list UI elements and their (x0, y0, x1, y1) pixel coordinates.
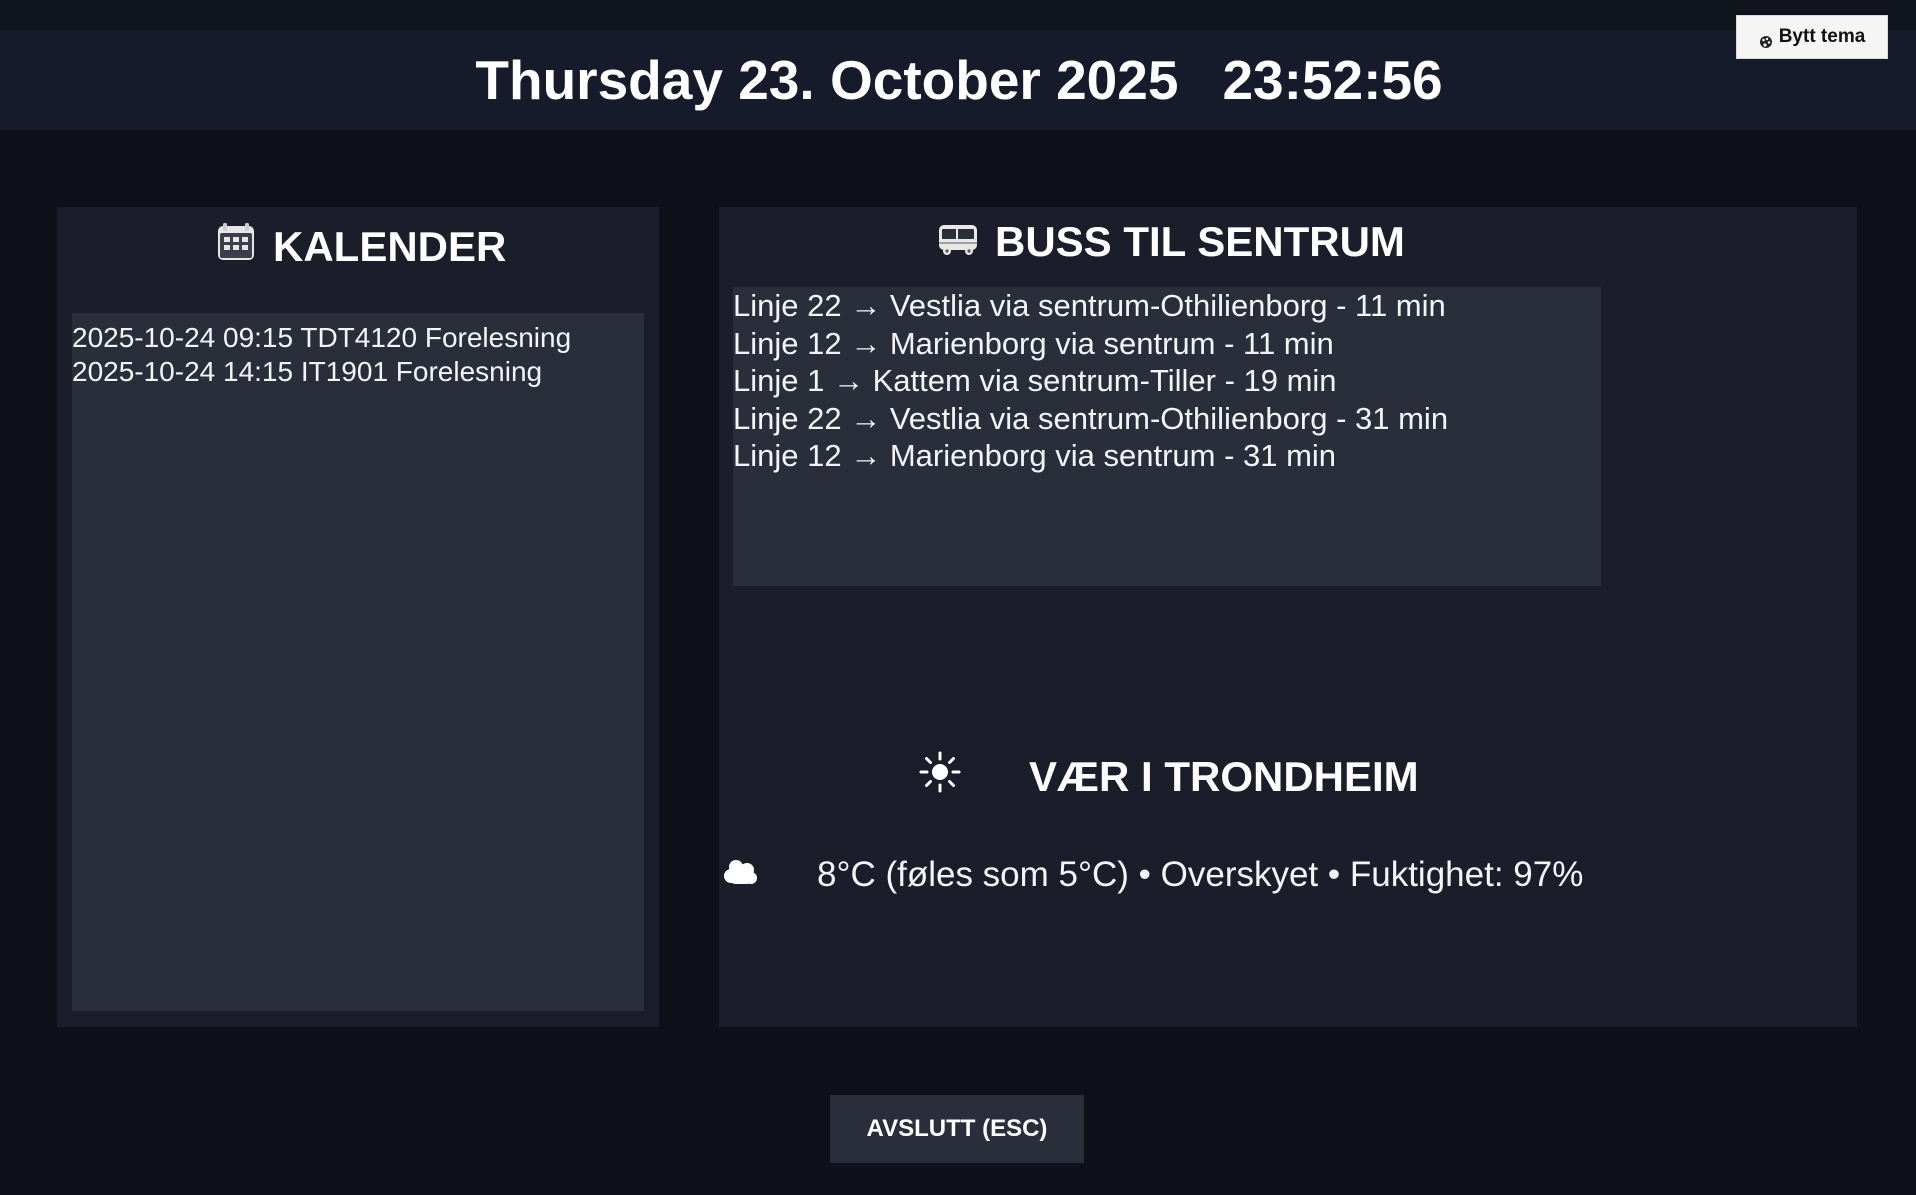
bus-departure: Linje 22 → Vestlia via sentrum-Othilienb… (733, 400, 1449, 436)
current-date: Thursday 23. October 2025 (475, 49, 1179, 111)
bus-heading: BUSS TIL SENTRUM (937, 212, 1405, 272)
weather-title: VÆR I TRONDHEIM (1029, 753, 1419, 800)
dashboard: Thursday 23. October 2025 23:52:56 Bytt t… (0, 0, 1916, 1195)
bus-departure: Linje 1 → Kattem via sentrum-Tiller - 19… (733, 363, 1337, 398)
bus-departure: Linje 12 → Marienborg via sentrum - 11 m… (733, 325, 1334, 361)
date-time-display: Thursday 23. October 2025 23:52:56 (475, 48, 1442, 112)
calendar-heading: KALENDER (217, 217, 506, 277)
calendar-event-list[interactable]: 2025-10-24 09:15 TDT4120 Forelesning 202… (72, 313, 644, 1011)
calendar-title: KALENDER (273, 223, 507, 270)
theme-button-label: Bytt tema (1778, 26, 1866, 47)
calendar-event: 2025-10-24 14:15 IT1901 Forelesning (72, 356, 543, 387)
bus-title: BUSS TIL SENTRUM (995, 218, 1405, 265)
theme-toggle-button[interactable]: Bytt tema (1736, 15, 1888, 59)
bus-weather-panel: BUSS TIL SENTRUM Linje 22 → Vestlia via … (719, 207, 1857, 1027)
bus-icon (937, 218, 995, 266)
cloud-icon (723, 855, 817, 895)
weather-summary: 8°C (føles som 5°C) • Overskyet • Fuktig… (817, 855, 1584, 894)
palette-icon (1759, 33, 1773, 48)
weather-summary-row: 8°C (føles som 5°C) • Overskyet • Fuktig… (723, 847, 1583, 903)
calendar-icon (217, 223, 273, 271)
top-strip (0, 0, 1916, 30)
bus-departure: Linje 22 → Vestlia via sentrum-Othilienb… (733, 288, 1446, 323)
calendar-event: 2025-10-24 09:15 TDT4120 Forelesning (72, 322, 572, 353)
header-bar: Thursday 23. October 2025 23:52:56 (0, 30, 1916, 130)
sun-icon (919, 751, 1029, 803)
bus-departure-list[interactable]: Linje 22 → Vestlia via sentrum-Othilienb… (733, 287, 1601, 586)
calendar-panel: KALENDER 2025-10-24 09:15 TDT4120 Forele… (57, 207, 659, 1027)
bus-departure: Linje 12 → Marienborg via sentrum - 31 m… (733, 438, 1337, 473)
current-time: 23:52:56 (1222, 49, 1443, 111)
exit-button[interactable]: AVSLUTT (ESC) (830, 1095, 1084, 1163)
weather-heading: VÆR I TRONDHEIM (919, 747, 1419, 807)
